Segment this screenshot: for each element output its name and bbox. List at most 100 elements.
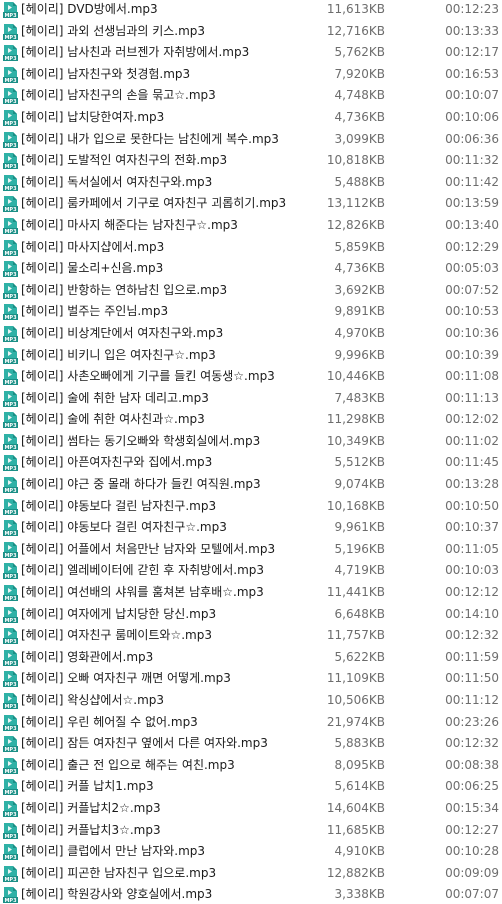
file-row[interactable]: MP3 [헤이리] 우린 헤어질 수 없어.mp3 21,974KB 00:23:26 — [0, 712, 502, 734]
file-name[interactable]: [헤이리] 내가 입으로 못한다는 남친에게 복수.mp3 — [21, 129, 317, 151]
mp3-label: MP3 — [4, 639, 17, 644]
file-name[interactable]: [헤이리] 과외 선생님과의 키스.mp3 — [21, 21, 317, 43]
file-row[interactable]: MP3 [헤이리] 과외 선생님과의 키스.mp3 12,716KB 00:13:33 — [0, 21, 502, 43]
file-row[interactable]: MP3 [헤이리] 내가 입으로 못한다는 남친에게 복수.mp3 3,099KB 0… — [0, 129, 502, 151]
file-name[interactable]: [헤이리] 사촌오빠에게 기구를 들킨 여동생☆.mp3 — [21, 366, 317, 388]
mp3-file-icon: MP3 — [3, 887, 18, 904]
mp3-file-icon: MP3 — [3, 541, 18, 558]
file-name[interactable]: [헤이리] 썸타는 동기오빠와 학생회실에서.mp3 — [21, 431, 317, 453]
file-name[interactable]: [헤이리] 물소리+신음.mp3 — [21, 258, 317, 280]
file-length: 00:12:17 — [445, 45, 499, 60]
file-name[interactable]: [헤이리] 납치당한여자.mp3 — [21, 107, 317, 129]
file-name[interactable]: [헤이리] 학원강사와 양호실에서.mp3 — [21, 884, 317, 904]
file-row[interactable]: MP3 [헤이리] 여자에게 납치당한 당신.mp3 6,648KB 00:14:10 — [0, 604, 502, 626]
file-row[interactable]: MP3 [헤이리] 여선배의 샤워를 훔쳐본 남후배☆.mp3 11,441KB 00… — [0, 582, 502, 604]
file-name[interactable]: [헤이리] 출근 전 입으로 해주는 여친.mp3 — [21, 755, 317, 777]
mp3-file-icon: MP3 — [3, 109, 18, 126]
file-name[interactable]: [헤이리] 야동보다 걸린 여자친구☆.mp3 — [21, 517, 317, 539]
file-name[interactable]: [헤이리] 야근 중 몰래 하다가 들킨 여직원.mp3 — [21, 474, 317, 496]
file-name[interactable]: [헤이리] 커플납치3☆.mp3 — [21, 820, 317, 842]
mp3-label: MP3 — [4, 143, 17, 148]
mp3-label: MP3 — [4, 531, 17, 536]
file-row[interactable]: MP3 [헤이리] 독서실에서 여자친구와.mp3 5,488KB 00:11:42 — [0, 172, 502, 194]
file-name[interactable]: [헤이리] 벌주는 주인님.mp3 — [21, 301, 317, 323]
file-row[interactable]: MP3 [헤이리] 야근 중 몰래 하다가 들킨 여직원.mp3 9,074KB 00… — [0, 474, 502, 496]
file-length: 00:23:26 — [445, 714, 499, 729]
file-name[interactable]: [헤이리] 야동보다 걸린 남자친구.mp3 — [21, 496, 317, 518]
file-name[interactable]: [헤이리] 여선배의 샤워를 훔쳐본 남후배☆.mp3 — [21, 582, 317, 604]
file-name[interactable]: [헤이리] 아픈여자친구와 집에서.mp3 — [21, 452, 317, 474]
file-row[interactable]: MP3 [헤이리] 야동보다 걸린 남자친구.mp3 10,168KB 00:10:5… — [0, 496, 502, 518]
file-name[interactable]: [헤이리] 피곤한 남자친구 입으로.mp3 — [21, 863, 317, 885]
file-row[interactable]: MP3 [헤이리] 왁싱샵에서☆.mp3 10,506KB 00:11:12 — [0, 690, 502, 712]
file-row[interactable]: MP3 [헤이리] 클럽에서 만난 남자와.mp3 4,910KB 00:10:28 — [0, 841, 502, 863]
file-row[interactable]: MP3 [헤이리] 커플 납치1.mp3 5,614KB 00:06:25 — [0, 776, 502, 798]
file-name[interactable]: [헤이리] 영화관에서.mp3 — [21, 647, 317, 669]
file-name[interactable]: [헤이리] 오빠 여자친구 깨면 어떻게.mp3 — [21, 668, 317, 690]
file-size: 11,109KB — [326, 671, 385, 686]
file-name[interactable]: [헤이리] 도발적인 여자친구의 전화.mp3 — [21, 150, 317, 172]
file-name[interactable]: [헤이리] 마사지샵에서.mp3 — [21, 237, 317, 259]
file-row[interactable]: MP3 [헤이리] 술에 취한 남자 데리고.mp3 7,483KB 00:11:13 — [0, 388, 502, 410]
file-name[interactable]: [헤이리] 마사지 해준다는 남자친구☆.mp3 — [21, 215, 317, 237]
file-name[interactable]: [헤이리] 술에 취한 남자 데리고.mp3 — [21, 388, 317, 410]
file-row[interactable]: MP3 [헤이리] 반항하는 연하남친 입으로.mp3 3,692KB 00:07:5… — [0, 280, 502, 302]
file-name[interactable]: [헤이리] 어플에서 처음만난 남자와 모텔에서.mp3 — [21, 539, 317, 561]
mp3-label: MP3 — [4, 56, 17, 61]
file-name[interactable]: [헤이리] DVD방에서.mp3 — [21, 0, 317, 21]
mp3-label: MP3 — [4, 229, 17, 234]
file-name[interactable]: [헤이리] 남자친구의 손을 묶고☆.mp3 — [21, 85, 317, 107]
file-row[interactable]: MP3 [헤이리] 비키니 입은 여자친구☆.mp3 9,996KB 00:10:39 — [0, 345, 502, 367]
file-row[interactable]: MP3 [헤이리] 야동보다 걸린 여자친구☆.mp3 9,961KB 00:10:3… — [0, 517, 502, 539]
file-length: 00:12:12 — [445, 585, 499, 600]
file-row[interactable]: MP3 [헤이리] 오빠 여자친구 깨면 어떻게.mp3 11,109KB 00:11… — [0, 668, 502, 690]
file-row[interactable]: MP3 [헤이리] 마사지 해준다는 남자친구☆.mp3 12,826KB 00:13… — [0, 215, 502, 237]
file-name[interactable]: [헤이리] 술에 취한 여사친과☆.mp3 — [21, 409, 317, 431]
file-name[interactable]: [헤이리] 클럽에서 만난 남자와.mp3 — [21, 841, 317, 863]
file-name[interactable]: [헤이리] 반항하는 연하남친 입으로.mp3 — [21, 280, 317, 302]
file-row[interactable]: MP3 [헤이리] 벌주는 주인님.mp3 9,891KB 00:10:53 — [0, 301, 502, 323]
file-row[interactable]: MP3 [헤이리] 남사친과 러브젠가 자취방에서.mp3 5,762KB 00:12… — [0, 42, 502, 64]
file-row[interactable]: MP3 [헤이리] 엘레베이터에 갇힌 후 자취방에서.mp3 4,719KB 00:… — [0, 560, 502, 582]
file-name[interactable]: [헤이리] 우린 헤어질 수 없어.mp3 — [21, 712, 317, 734]
file-row[interactable]: MP3 [헤이리] 도발적인 여자친구의 전화.mp3 10,818KB 00:11:… — [0, 150, 502, 172]
file-row[interactable]: MP3 [헤이리] 잠든 여자친구 옆에서 다른 여자와.mp3 5,883KB 00… — [0, 733, 502, 755]
file-row[interactable]: MP3 [헤이리] 여자친구 룸메이트와☆.mp3 11,757KB 00:12:32 — [0, 625, 502, 647]
file-row[interactable]: MP3 [헤이리] 학원강사와 양호실에서.mp3 3,338KB 00:07:07 — [0, 884, 502, 904]
file-row[interactable]: MP3 [헤이리] 커플납치2☆.mp3 14,604KB 00:15:34 — [0, 798, 502, 820]
file-name[interactable]: [헤이리] 잠든 여자친구 옆에서 다른 여자와.mp3 — [21, 733, 317, 755]
mp3-file-icon: MP3 — [3, 153, 18, 170]
file-name[interactable]: [헤이리] 비키니 입은 여자친구☆.mp3 — [21, 345, 317, 367]
file-name[interactable]: [헤이리] 엘레베이터에 갇힌 후 자취방에서.mp3 — [21, 560, 317, 582]
file-name[interactable]: [헤이리] 커플 납치1.mp3 — [21, 776, 317, 798]
file-name[interactable]: [헤이리] 커플납치2☆.mp3 — [21, 798, 317, 820]
file-row[interactable]: MP3 [헤이리] 룸카페에서 기구로 여자친구 괴롭히기.mp3 13,112KB… — [0, 193, 502, 215]
file-row[interactable]: MP3 [헤이리] 물소리+신음.mp3 4,736KB 00:05:03 — [0, 258, 502, 280]
mp3-file-icon: MP3 — [3, 779, 18, 796]
file-name[interactable]: [헤이리] 왁싱샵에서☆.mp3 — [21, 690, 317, 712]
file-row[interactable]: MP3 [헤이리] 영화관에서.mp3 5,622KB 00:11:59 — [0, 647, 502, 669]
file-row[interactable]: MP3 [헤이리] 남자친구의 손을 묶고☆.mp3 4,748KB 00:10:07 — [0, 85, 502, 107]
mp3-label: MP3 — [4, 855, 17, 860]
file-row[interactable]: MP3 [헤이리] 납치당한여자.mp3 4,736KB 00:10:06 — [0, 107, 502, 129]
file-name[interactable]: [헤이리] 남사친과 러브젠가 자취방에서.mp3 — [21, 42, 317, 64]
file-row[interactable]: MP3 [헤이리] 마사지샵에서.mp3 5,859KB 00:12:29 — [0, 237, 502, 259]
file-size: 6,648KB — [334, 606, 385, 621]
file-row[interactable]: MP3 [헤이리] 출근 전 입으로 해주는 여친.mp3 8,095KB 00:08… — [0, 755, 502, 777]
file-row[interactable]: MP3 [헤이리] 술에 취한 여사친과☆.mp3 11,298KB 00:12:02 — [0, 409, 502, 431]
file-name[interactable]: [헤이리] 여자친구 룸메이트와☆.mp3 — [21, 625, 317, 647]
file-row[interactable]: MP3 [헤이리] 썸타는 동기오빠와 학생회실에서.mp3 10,349KB 00:… — [0, 431, 502, 453]
file-row[interactable]: MP3 [헤이리] 사촌오빠에게 기구를 들킨 여동생☆.mp3 10,446KB 0… — [0, 366, 502, 388]
file-name[interactable]: [헤이리] 비상계단에서 여자친구와.mp3 — [21, 323, 317, 345]
file-name[interactable]: [헤이리] 독서실에서 여자친구와.mp3 — [21, 172, 317, 194]
file-row[interactable]: MP3 [헤이리] 남자친구와 첫경험.mp3 7,920KB 00:16:53 — [0, 64, 502, 86]
file-name[interactable]: [헤이리] 여자에게 납치당한 당신.mp3 — [21, 604, 317, 626]
file-row[interactable]: MP3 [헤이리] 커플납치3☆.mp3 11,685KB 00:12:27 — [0, 820, 502, 842]
file-row[interactable]: MP3 [헤이리] 어플에서 처음만난 남자와 모텔에서.mp3 5,196KB 00… — [0, 539, 502, 561]
file-row[interactable]: MP3 [헤이리] DVD방에서.mp3 11,613KB 00:12:23 — [0, 0, 502, 21]
file-row[interactable]: MP3 [헤이리] 피곤한 남자친구 입으로.mp3 12,882KB 00:09:0… — [0, 863, 502, 885]
file-row[interactable]: MP3 [헤이리] 비상계단에서 여자친구와.mp3 4,970KB 00:10:36 — [0, 323, 502, 345]
file-row[interactable]: MP3 [헤이리] 아픈여자친구와 집에서.mp3 5,512KB 00:11:45 — [0, 452, 502, 474]
file-name[interactable]: [헤이리] 룸카페에서 기구로 여자친구 괴롭히기.mp3 — [21, 193, 317, 215]
file-name[interactable]: [헤이리] 남자친구와 첫경험.mp3 — [21, 64, 317, 86]
